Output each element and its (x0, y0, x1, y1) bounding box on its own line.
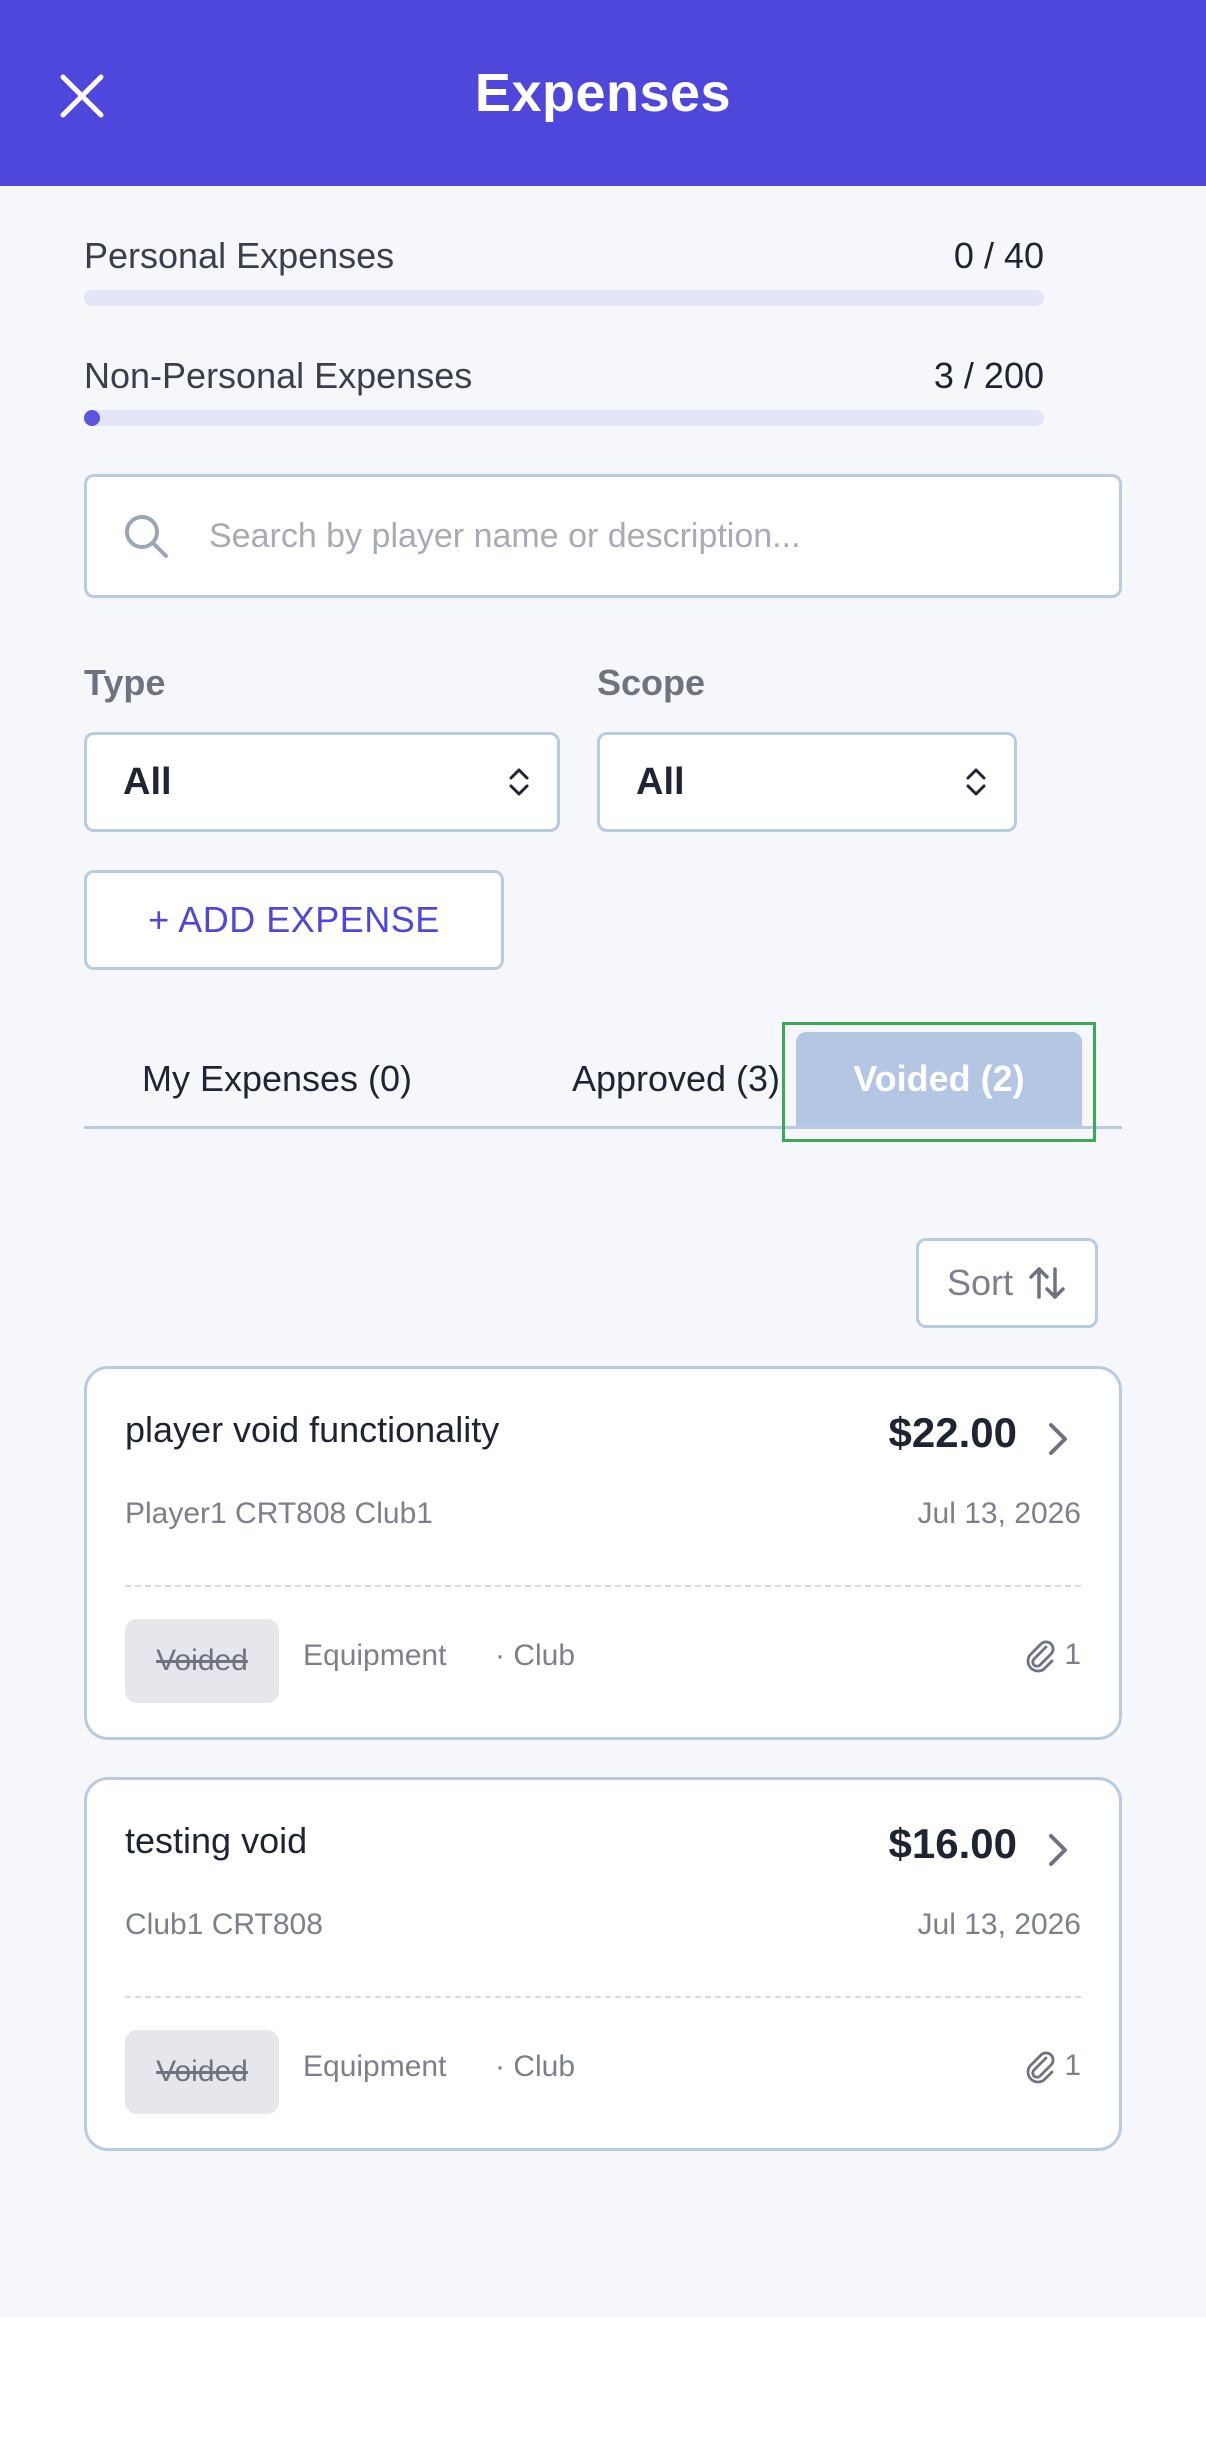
search-box[interactable] (84, 474, 1122, 598)
progress-track (84, 290, 1044, 306)
card-divider (125, 1996, 1081, 1998)
type-select-value: All (123, 760, 172, 803)
sort-button[interactable]: Sort (916, 1238, 1098, 1328)
attachment-count-value: 1 (1064, 2049, 1081, 2082)
non-personal-expenses-progress: Non-Personal Expenses 3 / 200 (84, 354, 1044, 426)
paperclip-icon (1026, 2051, 1055, 2084)
expense-category: Equipment (303, 2050, 447, 2083)
expense-scope: · Club (495, 1639, 576, 1672)
status-badge: Voided (125, 2030, 279, 2114)
progress-value: 3 / 200 (933, 355, 1044, 396)
progress-label: Personal Expenses (84, 235, 395, 276)
chevron-right-icon (1049, 1423, 1067, 1455)
type-select[interactable]: All (84, 732, 560, 832)
expense-subtitle: Club1 CRT808 (125, 1908, 323, 1941)
progress-fill (84, 410, 100, 426)
expense-subtitle: Player1 CRT808 Club1 (125, 1497, 433, 1530)
tab-voided[interactable]: Voided (2) (796, 1032, 1082, 1126)
search-input[interactable] (209, 516, 1089, 556)
close-button[interactable] (52, 66, 112, 126)
expense-tabs: My Expenses (0) Approved (3) Voided (2) (84, 1020, 1122, 1130)
attachment-count-value: 1 (1064, 1638, 1081, 1671)
expense-date: Jul 13, 2026 (917, 1497, 1081, 1530)
tab-my-expenses[interactable]: My Expenses (0) (84, 1032, 470, 1126)
progress-track (84, 410, 1044, 426)
select-updown-icon (509, 768, 529, 796)
page-title: Expenses (474, 63, 732, 123)
expense-scope: · Club (495, 2050, 576, 2083)
expense-date: Jul 13, 2026 (917, 1908, 1081, 1941)
personal-expenses-progress: Personal Expenses 0 / 40 (84, 234, 1044, 306)
progress-label: Non-Personal Expenses (84, 355, 473, 396)
expense-category: Equipment (303, 1639, 447, 1672)
paperclip-icon (1026, 1640, 1055, 1673)
add-expense-button[interactable]: + ADD EXPENSE (84, 870, 504, 970)
attachment-count: 1 (1024, 2048, 1081, 2084)
expense-title: testing void (125, 1820, 308, 1861)
sort-label: Sort (946, 1262, 1014, 1303)
bottom-area (0, 2318, 1206, 2454)
scope-select-value: All (636, 760, 685, 803)
status-badge: Voided (125, 1619, 279, 1703)
tab-approved[interactable]: Approved (3) (506, 1032, 846, 1126)
expense-card[interactable]: testing void $16.00 Club1 CRT808 Jul 13,… (84, 1777, 1122, 2151)
attachment-count: 1 (1024, 1637, 1081, 1673)
close-icon (60, 74, 104, 118)
card-divider (125, 1585, 1081, 1587)
expense-title: player void functionality (125, 1409, 500, 1450)
search-icon (125, 515, 168, 558)
tabs-underline (84, 1126, 1122, 1129)
progress-value: 0 / 40 (953, 235, 1044, 276)
expense-card[interactable]: player void functionality $22.00 Player1… (84, 1366, 1122, 1740)
type-filter-label: Type (84, 662, 166, 703)
expense-amount: $22.00 (888, 1409, 1017, 1456)
expense-amount: $16.00 (888, 1820, 1017, 1867)
expenses-screen: Expenses Personal Expenses 0 / 40 Non-Pe… (0, 0, 1206, 2454)
chevron-right-icon (1049, 1834, 1067, 1866)
app-header: Expenses (0, 0, 1206, 186)
sort-arrows-icon (1029, 1267, 1065, 1299)
scope-filter-label: Scope (597, 662, 706, 703)
scope-select[interactable]: All (597, 732, 1017, 832)
select-updown-icon (966, 768, 986, 796)
